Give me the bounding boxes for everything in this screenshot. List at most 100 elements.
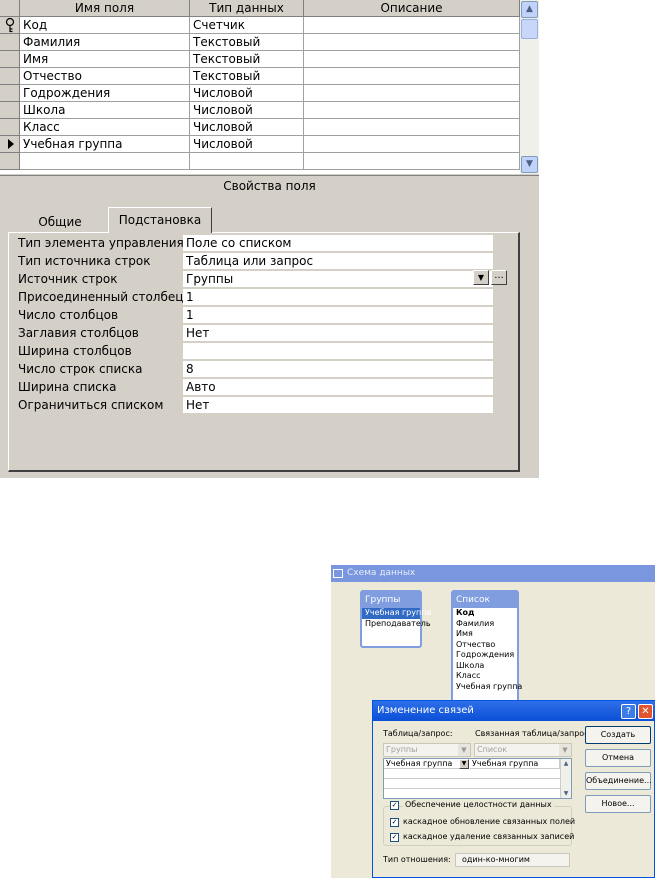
list-item[interactable]: Школа bbox=[453, 661, 517, 672]
description-cell[interactable] bbox=[304, 136, 520, 153]
property-row[interactable]: Заглавия столбцов Нет bbox=[14, 324, 494, 342]
property-value[interactable]: Нет bbox=[183, 397, 493, 413]
property-row[interactable]: Ширина столбцов bbox=[14, 342, 494, 360]
scroll-down-icon[interactable]: ▼ bbox=[521, 156, 538, 173]
builder-button[interactable]: ... bbox=[491, 270, 507, 285]
table-row[interactable]: Отчество Текстовый bbox=[0, 68, 520, 85]
data-type-cell[interactable]: Счетчик bbox=[190, 17, 304, 34]
description-cell[interactable] bbox=[304, 102, 520, 119]
property-value[interactable]: Таблица или запрос bbox=[183, 253, 493, 269]
data-type-cell[interactable]: Числовой bbox=[190, 136, 304, 153]
table-row[interactable]: Годрождения Числовой bbox=[0, 85, 520, 102]
list-item[interactable]: Отчество bbox=[453, 640, 517, 651]
right-field-cell[interactable]: Учебная группа bbox=[470, 759, 560, 769]
table-row[interactable]: Класс Числовой bbox=[0, 119, 520, 136]
data-type-cell[interactable]: Текстовый bbox=[190, 34, 304, 51]
table-row[interactable] bbox=[384, 779, 560, 789]
grid-scrollbar[interactable]: ▲ ▼ bbox=[520, 0, 539, 174]
property-row[interactable]: Число столбцов 1 bbox=[14, 306, 494, 324]
column-header-type[interactable]: Тип данных bbox=[190, 0, 304, 17]
related-table-select[interactable]: Список ▼ bbox=[474, 743, 572, 757]
grid-scrollbar[interactable]: ▲ ▼ bbox=[560, 759, 571, 798]
left-field-cell[interactable]: Учебная группа bbox=[384, 759, 468, 769]
property-row[interactable]: Источник строк Группы ▼ ... bbox=[14, 270, 507, 288]
property-row[interactable]: Ограничиться списком Нет bbox=[14, 396, 494, 414]
data-type-cell[interactable]: Текстовый bbox=[190, 51, 304, 68]
table-row[interactable] bbox=[0, 153, 520, 170]
row-source-value[interactable]: Группы bbox=[183, 271, 493, 287]
table-row[interactable] bbox=[384, 769, 560, 779]
description-cell[interactable] bbox=[304, 51, 520, 68]
tab-general[interactable]: Общие bbox=[12, 211, 108, 233]
table-box-groups[interactable]: Группы Учебная группа Преподаватель bbox=[360, 590, 431, 648]
description-cell[interactable] bbox=[304, 17, 520, 34]
data-type-cell[interactable] bbox=[190, 153, 304, 170]
data-type-cell[interactable]: Числовой bbox=[190, 85, 304, 102]
tab-lookup[interactable]: Подстановка bbox=[108, 207, 212, 233]
row-selector[interactable] bbox=[0, 136, 20, 153]
list-item[interactable]: Фамилия bbox=[453, 619, 517, 630]
property-value[interactable]: 8 bbox=[183, 361, 493, 377]
field-name-cell[interactable]: Имя bbox=[20, 51, 190, 68]
property-row[interactable]: Тип элемента управления Поле со списком bbox=[14, 234, 494, 252]
field-name-cell[interactable]: Школа bbox=[20, 102, 190, 119]
chevron-down-icon[interactable]: ▼ bbox=[459, 759, 469, 769]
cascade-delete-checkbox[interactable]: ✓ bbox=[390, 833, 399, 842]
row-selector[interactable] bbox=[0, 17, 20, 34]
column-header-name[interactable]: Имя поля bbox=[20, 0, 190, 17]
field-name-cell[interactable]: Класс bbox=[20, 119, 190, 136]
chevron-down-icon[interactable]: ▼ bbox=[458, 744, 470, 756]
integrity-checkbox[interactable]: ✓ bbox=[390, 801, 399, 810]
property-value[interactable]: 1 bbox=[183, 289, 493, 305]
description-cell[interactable] bbox=[304, 34, 520, 51]
description-cell[interactable] bbox=[304, 85, 520, 102]
help-icon[interactable]: ? bbox=[621, 704, 636, 719]
property-row[interactable]: Ширина списка Авто bbox=[14, 378, 494, 396]
list-item[interactable]: Класс bbox=[453, 671, 517, 682]
field-name-cell[interactable] bbox=[20, 153, 190, 170]
table-row[interactable]: Фамилия Текстовый bbox=[0, 34, 520, 51]
scroll-down-icon[interactable]: ▼ bbox=[561, 789, 571, 798]
scroll-thumb[interactable] bbox=[521, 19, 538, 39]
list-item[interactable]: Учебная группа bbox=[453, 682, 522, 693]
row-selector[interactable] bbox=[0, 68, 20, 85]
scroll-up-icon[interactable]: ▲ bbox=[521, 1, 538, 18]
list-item[interactable]: Учебная группа bbox=[362, 608, 431, 619]
data-type-cell[interactable]: Числовой bbox=[190, 102, 304, 119]
table-box-title[interactable]: Список bbox=[453, 592, 517, 608]
field-mapping-grid[interactable]: Учебная группа ▼ Учебная группа ▲ ▼ bbox=[383, 758, 572, 799]
field-name-cell[interactable]: Фамилия bbox=[20, 34, 190, 51]
cancel-button[interactable]: Отмена bbox=[585, 749, 651, 767]
description-cell[interactable] bbox=[304, 68, 520, 85]
table-row[interactable]: Школа Числовой bbox=[0, 102, 520, 119]
data-type-cell[interactable]: Числовой bbox=[190, 119, 304, 136]
column-header-description[interactable]: Описание bbox=[304, 0, 520, 17]
cascade-update-checkbox[interactable]: ✓ bbox=[390, 818, 399, 827]
property-value[interactable]: Поле со списком bbox=[183, 235, 493, 251]
row-selector[interactable] bbox=[0, 85, 20, 102]
dialog-title-bar[interactable]: Изменение связей bbox=[373, 701, 655, 721]
join-type-button[interactable]: Объединение... bbox=[585, 772, 652, 790]
list-item[interactable]: Имя bbox=[453, 629, 517, 640]
property-value[interactable] bbox=[183, 343, 493, 359]
field-name-cell[interactable]: Отчество bbox=[20, 68, 190, 85]
row-selector[interactable] bbox=[0, 51, 20, 68]
row-selector[interactable] bbox=[0, 119, 20, 136]
description-cell[interactable] bbox=[304, 119, 520, 136]
field-name-cell[interactable]: Учебная группа bbox=[20, 136, 190, 153]
data-type-cell[interactable]: Текстовый bbox=[190, 68, 304, 85]
table-box-list[interactable]: Список Код Фамилия Имя Отчество Годрожде… bbox=[451, 590, 522, 705]
close-icon[interactable]: ✕ bbox=[638, 704, 653, 719]
list-item[interactable]: Преподаватель bbox=[362, 619, 431, 630]
property-row[interactable]: Тип источника строк Таблица или запрос bbox=[14, 252, 494, 270]
new-button[interactable]: Новое... bbox=[585, 795, 651, 813]
field-name-cell[interactable]: Годрождения bbox=[20, 85, 190, 102]
table-row[interactable]: Учебная группа Числовой bbox=[0, 136, 520, 153]
description-cell[interactable] bbox=[304, 153, 520, 170]
field-name-cell[interactable]: Код bbox=[20, 17, 190, 34]
property-value[interactable]: Авто bbox=[183, 379, 493, 395]
table-box-title[interactable]: Группы bbox=[362, 592, 420, 608]
property-value[interactable]: 1 bbox=[183, 307, 493, 323]
dropdown-arrow-icon[interactable]: ▼ bbox=[473, 270, 489, 285]
table-row[interactable]: Имя Текстовый bbox=[0, 51, 520, 68]
